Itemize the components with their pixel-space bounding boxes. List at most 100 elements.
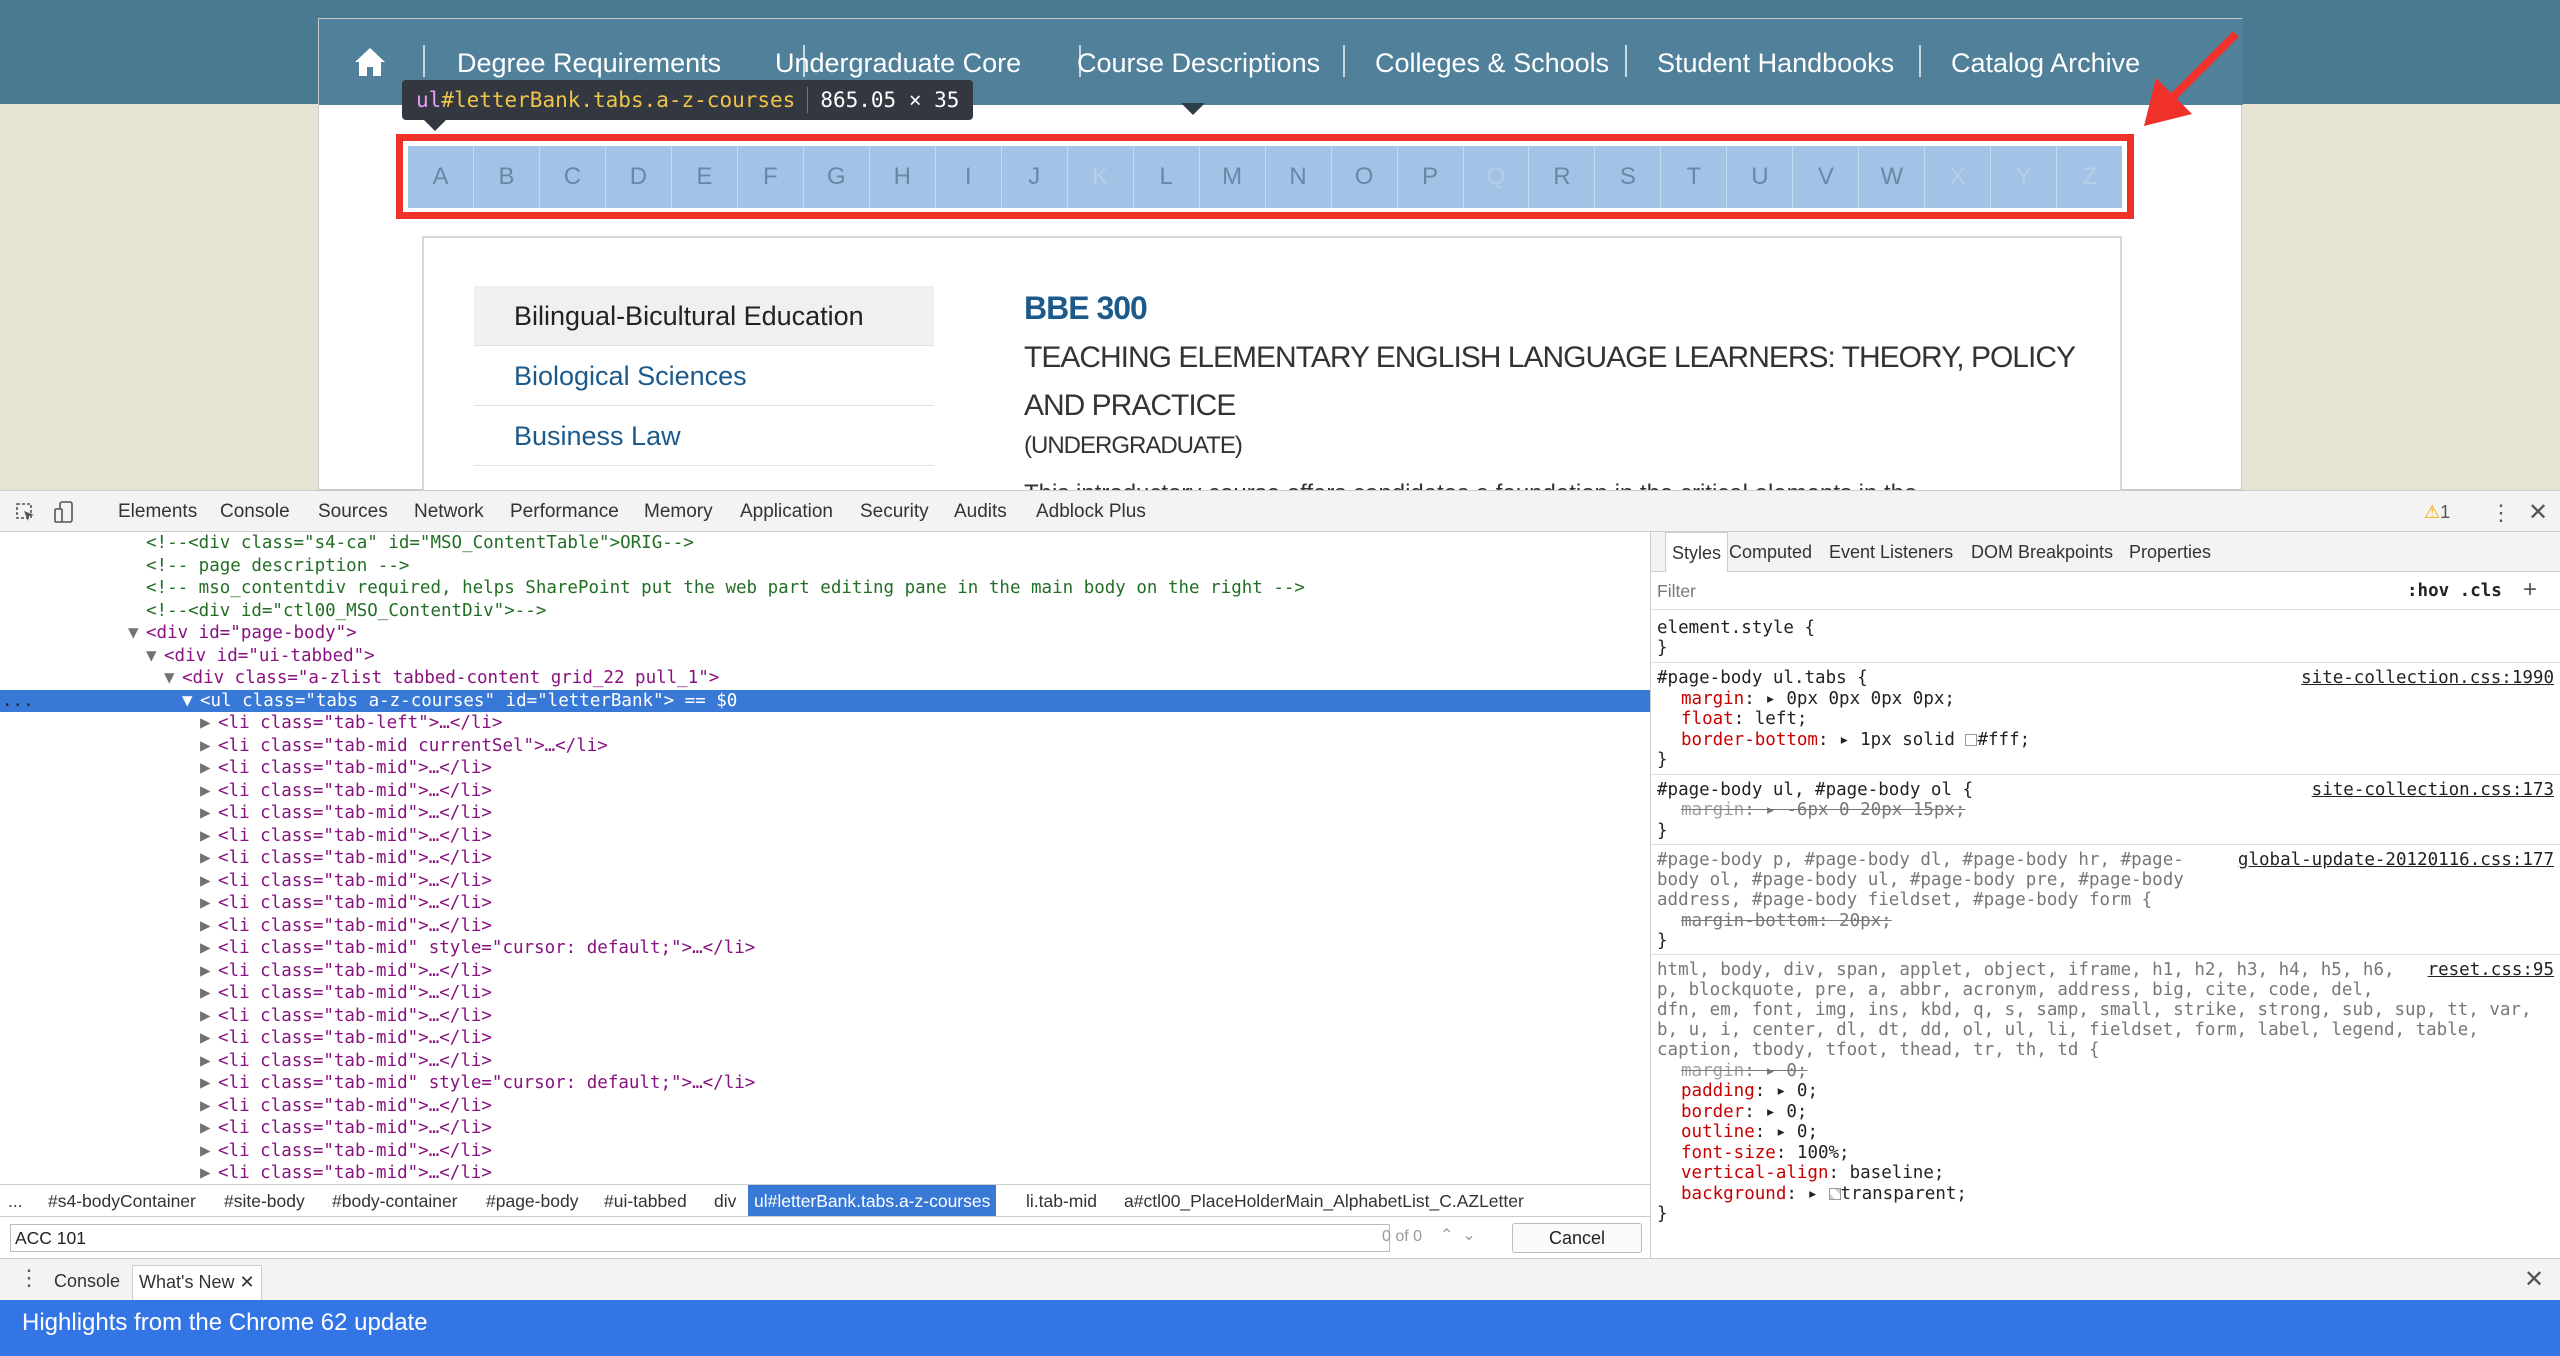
dom-line[interactable]: ▶ <li class="tab-mid">…</li> xyxy=(0,1117,1650,1140)
dom-line[interactable]: ▶ <li class="tab-mid" style="cursor: defa… xyxy=(0,1072,1650,1095)
styles-tab[interactable]: DOM Breakpoints xyxy=(1971,532,2113,572)
devtools-tab[interactable]: Elements xyxy=(96,491,219,533)
element-style-rule[interactable]: element.style { xyxy=(1657,618,1815,639)
dom-line[interactable]: ▶ <li class="tab-mid" style="cursor: defa… xyxy=(0,937,1650,960)
expand-triangle-icon[interactable]: ▼ xyxy=(128,622,146,645)
dom-line[interactable]: <!-- page description --> xyxy=(0,555,1650,578)
rule-selector[interactable]: html, body, div, span, applet, object, i… xyxy=(1657,960,2395,981)
drawer-tab[interactable]: Console xyxy=(54,1265,120,1301)
breadcrumb-item[interactable]: #body-container xyxy=(332,1185,458,1217)
rule-source-link[interactable]: global-update-20120116.css:177 xyxy=(2238,850,2554,871)
expand-triangle-icon[interactable]: ▶ xyxy=(200,870,218,893)
dom-line[interactable]: ▼ <div id="page-body"> xyxy=(0,622,1650,645)
dom-line[interactable]: ▶ <li class="tab-mid">…</li> xyxy=(0,892,1650,915)
dom-line[interactable]: ▶ <li class="tab-mid">…</li> xyxy=(0,915,1650,938)
breadcrumb-item[interactable]: #page-body xyxy=(486,1185,578,1217)
subject-item[interactable]: Bilingual-Bicultural Education xyxy=(474,286,934,346)
css-prop-overridden[interactable]: margin: ▸ 0; xyxy=(1681,1061,1807,1082)
dom-search-input[interactable]: ACC 101 xyxy=(10,1224,1390,1252)
devtools-tab[interactable]: Sources xyxy=(318,491,388,533)
breadcrumb-item[interactable]: div xyxy=(714,1185,736,1217)
css-prop[interactable]: border-bottom: ▸ 1px solid #fff; xyxy=(1681,730,2030,751)
rule-selector[interactable]: body ol, #page-body ul, #page-body pre, … xyxy=(1657,870,2184,891)
expand-triangle-icon[interactable]: ▶ xyxy=(200,1027,218,1050)
rule-selector[interactable]: #page-body ul, #page-body ol { xyxy=(1657,780,1973,801)
dom-line[interactable]: ▶ <li class="tab-left">…</li> xyxy=(0,712,1650,735)
dom-line[interactable]: ▶ <li class="tab-mid">…</li> xyxy=(0,960,1650,983)
course-code[interactable]: BBE 300 xyxy=(1024,290,1148,327)
nav-degree-requirements[interactable]: Degree Requirements xyxy=(457,43,721,83)
expand-triangle-icon[interactable]: ▶ xyxy=(200,1072,218,1095)
devtools-tab[interactable]: Adblock Plus xyxy=(1036,491,1146,533)
rule-selector[interactable]: b, u, i, center, dl, dt, dd, ol, ul, li,… xyxy=(1657,1020,2479,1041)
dom-line[interactable]: ▶ <li class="tab-mid">…</li> xyxy=(0,1005,1650,1028)
expand-triangle-icon[interactable]: ▶ xyxy=(200,802,218,825)
css-prop[interactable]: padding: ▸ 0; xyxy=(1681,1081,1818,1102)
css-prop[interactable]: border: ▸ 0; xyxy=(1681,1102,1807,1123)
color-swatch[interactable] xyxy=(1965,734,1978,746)
subject-item[interactable]: Biological Sciences xyxy=(474,346,934,406)
expand-triangle-icon[interactable]: ▶ xyxy=(200,847,218,870)
expand-triangle-icon[interactable]: ▼ xyxy=(146,645,164,668)
breadcrumb-item[interactable]: a#ctl00_PlaceHolderMain_AlphabetList_C.A… xyxy=(1124,1185,1524,1217)
filter-input[interactable]: Filter xyxy=(1657,581,1696,602)
expand-triangle-icon[interactable]: ▶ xyxy=(200,825,218,848)
expand-triangle-icon[interactable]: ▶ xyxy=(200,915,218,938)
search-nav-arrows[interactable]: ⌃ ⌄ xyxy=(1440,1225,1476,1245)
more-options-icon[interactable]: ⋮ xyxy=(2490,500,2512,526)
dom-line[interactable]: ▶ <li class="tab-mid">…</li> xyxy=(0,1162,1650,1185)
rule-source-link[interactable]: site-collection.css:1990 xyxy=(2301,668,2554,689)
rule-selector[interactable]: #page-body ul.tabs { xyxy=(1657,668,1868,689)
dom-line[interactable]: ▶ <li class="tab-mid">…</li> xyxy=(0,870,1650,893)
nav-undergraduate-core[interactable]: Undergraduate Core xyxy=(775,43,1021,83)
dom-line[interactable]: ▶ <li class="tab-mid">…</li> xyxy=(0,982,1650,1005)
inspect-element-icon[interactable] xyxy=(16,503,36,523)
nav-colleges-schools[interactable]: Colleges & Schools xyxy=(1375,43,1609,83)
expand-triangle-icon[interactable]: ▶ xyxy=(200,1162,218,1185)
expand-triangle-icon[interactable]: ▶ xyxy=(200,780,218,803)
devtools-tab[interactable]: Audits xyxy=(954,491,1007,533)
dom-line-selected[interactable]: ... ▼ <ul class="tabs a-z-courses" id="let… xyxy=(0,689,1650,713)
css-prop-overridden[interactable]: margin-bottom: 20px; xyxy=(1681,911,1892,932)
breadcrumb-item[interactable]: #s4-bodyContainer xyxy=(48,1185,196,1217)
css-prop[interactable]: background: ▸ transparent; xyxy=(1681,1184,1967,1205)
nav-student-handbooks[interactable]: Student Handbooks xyxy=(1657,43,1894,83)
devtools-tab[interactable]: Console xyxy=(220,491,290,533)
close-tab-icon[interactable]: ✕ xyxy=(239,1272,254,1292)
cancel-search-button[interactable]: Cancel xyxy=(1512,1223,1642,1253)
breadcrumb-item[interactable]: li.tab-mid xyxy=(1026,1185,1097,1217)
expand-triangle-icon[interactable]: ▶ xyxy=(200,735,218,758)
devtools-tab[interactable]: Security xyxy=(860,491,929,533)
dom-line[interactable]: <!--<div id="ctl00_MSO_ContentDiv">--> xyxy=(0,600,1650,623)
expand-triangle-icon[interactable]: ▶ xyxy=(200,1117,218,1140)
subject-item[interactable]: Business Law xyxy=(474,406,934,466)
next-match-icon[interactable]: ⌄ xyxy=(1462,1227,1475,1244)
device-toolbar-icon[interactable] xyxy=(54,501,74,525)
css-prop[interactable]: vertical-align: baseline; xyxy=(1681,1163,1944,1184)
rule-source-link[interactable]: site-collection.css:173 xyxy=(2312,780,2554,801)
expand-triangle-icon[interactable]: ▶ xyxy=(200,982,218,1005)
drawer-menu-icon[interactable]: ⋮ xyxy=(18,1265,40,1291)
expand-triangle-icon[interactable]: ▶ xyxy=(200,712,218,735)
nav-catalog-archive[interactable]: Catalog Archive xyxy=(1951,43,2140,83)
css-prop[interactable]: font-size: 100%; xyxy=(1681,1143,1850,1164)
dom-line[interactable]: ▶ <li class="tab-mid">…</li> xyxy=(0,1050,1650,1073)
breadcrumb-item[interactable]: #ui-tabbed xyxy=(604,1185,687,1217)
expand-triangle-icon[interactable]: ▼ xyxy=(182,690,200,713)
expand-triangle-icon[interactable]: ▶ xyxy=(200,937,218,960)
expand-triangle-icon[interactable]: ▶ xyxy=(200,1095,218,1118)
dom-line[interactable]: ▼ <div class="a-zlist tabbed-content grid… xyxy=(0,667,1650,690)
styles-tab[interactable]: Computed xyxy=(1729,532,1812,572)
dom-line[interactable]: ▶ <li class="tab-mid">…</li> xyxy=(0,757,1650,780)
hov-cls-toggles[interactable]: :hov .cls xyxy=(2407,581,2502,601)
expand-triangle-icon[interactable]: ▶ xyxy=(200,1050,218,1073)
dom-line[interactable]: ▶ <li class="tab-mid currentSel">…</li> xyxy=(0,735,1650,758)
rule-selector[interactable]: address, #page-body fieldset, #page-body… xyxy=(1657,890,2152,911)
color-swatch[interactable] xyxy=(1828,1188,1841,1200)
previous-match-icon[interactable]: ⌃ xyxy=(1440,1227,1453,1244)
devtools-tab[interactable]: Network xyxy=(414,491,484,533)
css-prop[interactable]: margin: ▸ 0px 0px 0px 0px; xyxy=(1681,689,1955,710)
drawer-tab[interactable]: What's New ✕ xyxy=(132,1265,262,1301)
expand-triangle-icon[interactable]: ▼ xyxy=(164,667,182,690)
dom-line[interactable]: <!-- mso_contentdiv required, helps Shar… xyxy=(0,577,1650,600)
